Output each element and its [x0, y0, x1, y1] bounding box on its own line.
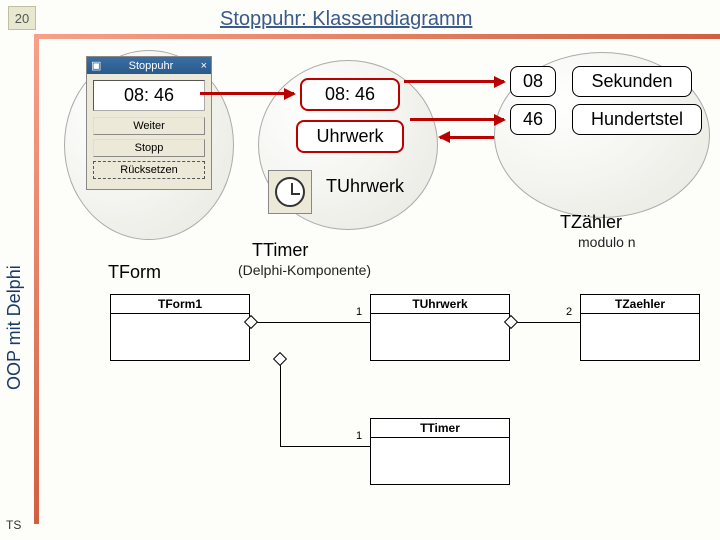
ttimer-label: TTimer [252, 240, 308, 261]
vertical-rule [34, 34, 39, 524]
author-initials: TS [6, 518, 21, 532]
hundredths-value-box: 46 [510, 104, 556, 135]
uml-ttimer: TTimer [370, 418, 510, 485]
assoc-tform1-down [280, 360, 281, 446]
time-box: 08: 46 [300, 78, 400, 111]
seconds-value-box: 08 [510, 66, 556, 97]
tform-label: TForm [108, 262, 161, 283]
seconds-label-box: Sekunden [572, 66, 692, 97]
uml-tform1: TForm1 [110, 294, 250, 361]
close-icon: × [201, 60, 207, 72]
arrow-center-oval [440, 136, 500, 139]
arrow-uhrwerk-to-hund [410, 118, 504, 121]
uml-tzaehler-name: TZaehler [581, 295, 699, 314]
uml-tuhrwerk-name: TUhrwerk [371, 295, 509, 314]
tzaehler-label: TZähler [560, 212, 622, 233]
weiter-button[interactable]: Weiter [93, 117, 205, 135]
reset-button[interactable]: Rücksetzen [93, 161, 205, 179]
diamond-tform1-bottom [273, 352, 287, 366]
page-number: 20 [8, 6, 36, 30]
mult-1b: 1 [356, 430, 362, 442]
mult-2: 2 [566, 306, 572, 318]
assoc-tform1-ttimer [280, 446, 370, 447]
horizontal-rule [34, 34, 720, 39]
stopp-button[interactable]: Stopp [93, 139, 205, 157]
clock-icon [268, 170, 312, 214]
modulo-label: modulo n [578, 234, 636, 250]
tuhrwerk-label: TUhrwerk [326, 176, 404, 197]
assoc-tuhrwerk-tzaehler [510, 322, 580, 323]
sidebar-label: OOP mit Delphi [4, 265, 25, 390]
assoc-tform1-tuhrwerk [250, 322, 370, 323]
uml-tuhrwerk: TUhrwerk [370, 294, 510, 361]
arrow-display-to-time [200, 92, 294, 95]
slide-title: Stoppuhr: Klassendiagramm [220, 8, 472, 31]
uml-tzaehler: TZaehler [580, 294, 700, 361]
window-titlebar: ▣ Stoppuhr × [87, 57, 211, 74]
mult-1a: 1 [356, 306, 362, 318]
uhrwerk-box: Uhrwerk [296, 120, 404, 153]
ttimer-sublabel: (Delphi-Komponente) [238, 262, 371, 278]
hundredths-label-box: Hundertstel [572, 104, 702, 135]
time-display: 08: 46 [93, 80, 205, 111]
stopwatch-window: ▣ Stoppuhr × 08: 46 Weiter Stopp Rückset… [86, 56, 212, 190]
arrow-time-to-seconds [404, 80, 504, 83]
uml-tform1-name: TForm1 [111, 295, 249, 314]
window-title-text: Stoppuhr [129, 60, 174, 72]
window-icon: ▣ [91, 59, 101, 72]
uml-ttimer-name: TTimer [371, 419, 509, 438]
